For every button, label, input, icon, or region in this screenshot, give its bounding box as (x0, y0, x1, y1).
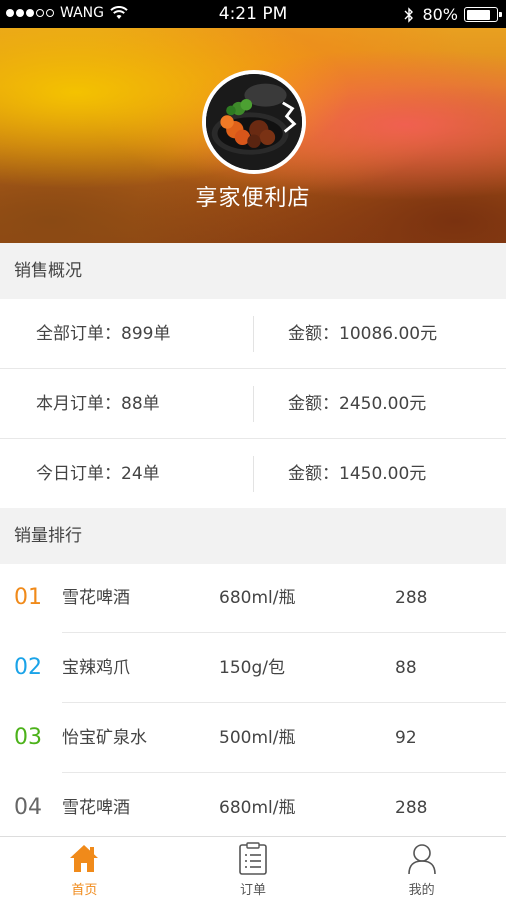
product-spec: 680ml/瓶 (219, 588, 296, 608)
product-name: 怡宝矿泉水 (62, 728, 147, 748)
divider (253, 386, 254, 422)
store-avatar[interactable] (202, 70, 306, 174)
product-name: 雪花啤酒 (62, 798, 130, 818)
ranking-item[interactable]: 04 雪花啤酒 680ml/瓶 288 (0, 773, 506, 843)
total-orders: 全部订单：899单 (36, 324, 171, 344)
overview-row-month[interactable]: 本月订单：88单 金额：2450.00元 (0, 369, 506, 439)
sales-count: 88 (395, 658, 417, 678)
order-list-icon (239, 842, 267, 875)
product-spec: 680ml/瓶 (219, 798, 296, 818)
divider (253, 316, 254, 352)
sales-count: 288 (395, 588, 428, 608)
sales-count: 288 (395, 798, 428, 818)
person-icon (407, 844, 436, 875)
month-amount: 金额：2450.00元 (288, 394, 427, 414)
store-header: 享家便利店 (0, 28, 506, 243)
ranking-item[interactable]: 03 怡宝矿泉水 500ml/瓶 92 (0, 703, 506, 773)
today-orders: 今日订单：24单 (36, 464, 160, 484)
sales-overview-header: 销售概况 (0, 243, 506, 299)
rank-number: 03 (14, 725, 42, 750)
battery-percentage: 80% (422, 5, 458, 24)
tab-profile-label: 我的 (408, 883, 435, 898)
food-photo-icon (206, 74, 302, 170)
sales-ranking-header: 销量排行 (0, 508, 506, 564)
total-amount: 金额：10086.00元 (288, 324, 438, 344)
tab-orders-label: 订单 (240, 883, 267, 898)
month-orders: 本月订单：88单 (36, 394, 160, 414)
bluetooth-icon (404, 6, 414, 23)
store-name: 享家便利店 (195, 186, 311, 211)
product-name: 雪花啤酒 (62, 588, 130, 608)
tab-profile[interactable]: 我的 (337, 837, 506, 900)
rank-number: 01 (14, 585, 42, 610)
product-name: 宝辣鸡爪 (62, 658, 130, 678)
sales-count: 92 (395, 728, 417, 748)
today-amount: 金额：1450.00元 (288, 464, 427, 484)
battery-icon (464, 7, 502, 22)
tab-home[interactable]: 首页 (0, 837, 169, 900)
overview-row-total[interactable]: 全部订单：899单 金额：10086.00元 (0, 299, 506, 369)
bottom-tab-bar: 首页 订单 我的 (0, 836, 506, 900)
status-bar: WANG 4:21 PM 80% (0, 0, 506, 28)
overview-row-today[interactable]: 今日订单：24单 金额：1450.00元 (0, 439, 506, 509)
ranking-item[interactable]: 02 宝辣鸡爪 150g/包 88 (0, 633, 506, 703)
product-spec: 150g/包 (219, 658, 285, 678)
tab-orders[interactable]: 订单 (169, 837, 338, 900)
rank-number: 02 (14, 655, 42, 680)
status-right: 80% (404, 5, 502, 24)
divider (253, 456, 254, 492)
product-spec: 500ml/瓶 (219, 728, 296, 748)
ranking-item[interactable]: 01 雪花啤酒 680ml/瓶 288 (0, 563, 506, 633)
home-icon (70, 845, 99, 872)
rank-number: 04 (14, 795, 42, 820)
tab-home-label: 首页 (71, 883, 98, 898)
